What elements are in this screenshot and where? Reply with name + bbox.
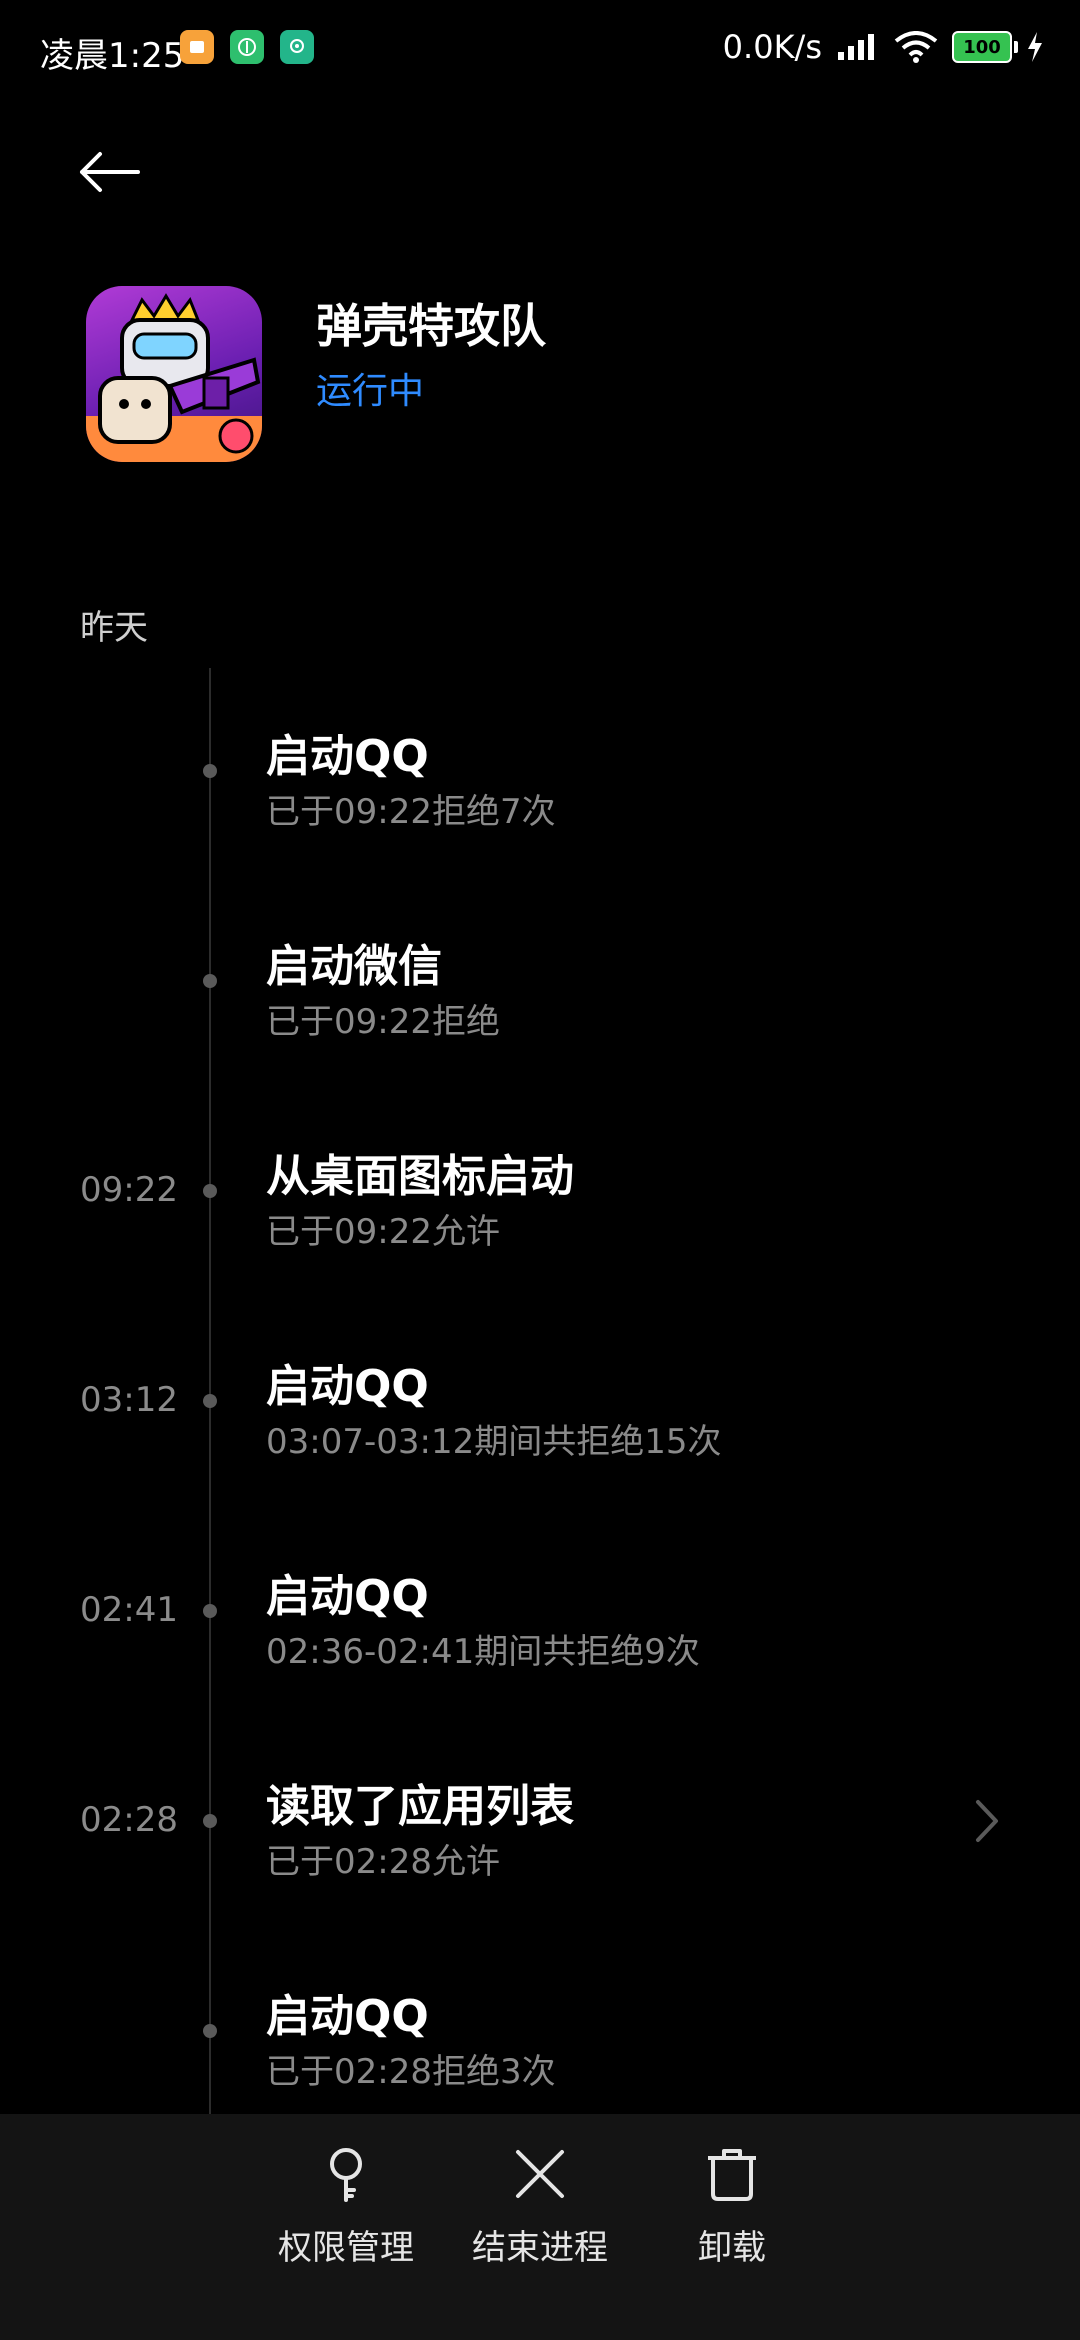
bottom-action-bar: 权限管理 结束进程 卸载 — [0, 2114, 1080, 2340]
timeline-time: 02:28 — [80, 1800, 178, 1840]
timeline-item[interactable]: 09:22 从桌面图标启动 已于09:22允许 — [0, 1120, 1080, 1330]
timeline-subtitle: 已于02:28拒绝3次 — [266, 2052, 556, 2092]
network-speed: 0.0K/s — [722, 28, 822, 66]
status-bar: 凌晨1:25 0.0K/s 100 — [0, 0, 1080, 96]
status-indicators: 0.0K/s 100 — [723, 28, 1044, 66]
timeline-subtitle: 03:07-03:12期间共拒绝15次 — [266, 1422, 722, 1462]
permissions-label: 权限管理 — [278, 2228, 414, 2268]
timeline-title: 启动微信 — [266, 941, 442, 992]
timeline-title: 从桌面图标启动 — [266, 1151, 574, 1202]
timeline-dot — [203, 1394, 217, 1408]
app-icon — [86, 286, 262, 462]
timeline-title: 启动QQ — [266, 1361, 429, 1412]
back-arrow-icon — [80, 152, 140, 192]
timeline-subtitle: 已于09:22拒绝7次 — [266, 792, 556, 832]
timeline-title: 启动QQ — [266, 731, 429, 782]
trash-icon — [708, 2149, 756, 2201]
uninstall-label: 卸载 — [698, 2228, 766, 2268]
timeline-subtitle: 已于02:28允许 — [266, 1842, 500, 1882]
timeline-dot — [203, 1184, 217, 1198]
date-section-label: 昨天 — [80, 608, 148, 648]
timeline-time: 02:41 — [80, 1590, 178, 1630]
timeline-dot — [203, 2024, 217, 2038]
timeline-dot — [203, 1604, 217, 1618]
wifi-icon — [894, 31, 938, 63]
notification-icons — [180, 30, 314, 64]
timeline-item[interactable]: 03:12 启动QQ 03:07-03:12期间共拒绝15次 — [0, 1330, 1080, 1540]
notification-app-icon — [280, 30, 314, 64]
timeline-title: 启动QQ — [266, 1991, 429, 2042]
end-process-label: 结束进程 — [472, 2228, 608, 2268]
battery-indicator: 100 — [952, 31, 1018, 63]
app-name: 弹壳特攻队 — [316, 299, 546, 353]
timeline-title: 读取了应用列表 — [266, 1781, 574, 1832]
timeline-item[interactable]: 启动QQ 已于09:22拒绝7次 — [0, 700, 1080, 910]
notification-app-icon — [180, 30, 214, 64]
end-process-button[interactable]: 结束进程 — [450, 2146, 630, 2269]
timeline-dot — [203, 764, 217, 778]
timeline-item-app-list[interactable]: 02:28 读取了应用列表 已于02:28允许 — [0, 1750, 1080, 1960]
timeline-time: 09:22 — [80, 1170, 178, 1210]
close-icon — [516, 2150, 564, 2198]
charging-icon — [1028, 32, 1042, 62]
notification-app-icon — [230, 30, 264, 64]
timeline-title: 启动QQ — [266, 1571, 429, 1622]
timeline-dot — [203, 1814, 217, 1828]
timeline-dot — [203, 974, 217, 988]
status-time: 凌晨1:25 — [40, 36, 185, 76]
timeline-subtitle: 02:36-02:41期间共拒绝9次 — [266, 1632, 700, 1672]
app-running-status: 运行中 — [316, 371, 425, 412]
back-button[interactable] — [74, 142, 144, 202]
chevron-right-icon — [976, 1800, 998, 1842]
timeline-subtitle: 已于09:22拒绝 — [266, 1002, 500, 1042]
uninstall-button[interactable]: 卸载 — [642, 2146, 822, 2269]
timeline-time: 03:12 — [80, 1380, 178, 1420]
key-icon — [330, 2148, 362, 2202]
timeline-item[interactable]: 02:41 启动QQ 02:36-02:41期间共拒绝9次 — [0, 1540, 1080, 1750]
permissions-button[interactable]: 权限管理 — [256, 2146, 436, 2269]
timeline-subtitle: 已于09:22允许 — [266, 1212, 500, 1252]
timeline-item[interactable]: 启动微信 已于09:22拒绝 — [0, 910, 1080, 1120]
signal-icon — [838, 34, 874, 60]
